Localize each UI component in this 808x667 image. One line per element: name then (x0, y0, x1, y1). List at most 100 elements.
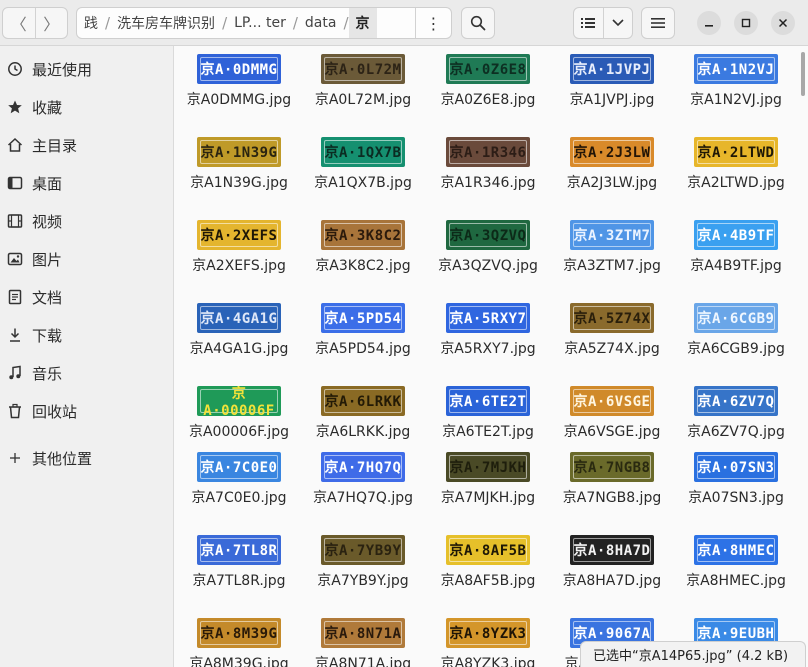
sidebar-item-home[interactable]: 主目录 (0, 128, 174, 162)
plate-text: 京A·8HMEC (697, 543, 775, 559)
file-thumbnail: 京A·07SN3 (694, 452, 778, 482)
file-item[interactable]: 京A·4GA1G 京A4GA1G.jpg (177, 303, 301, 359)
history-nav: 〈 〉 (2, 7, 68, 39)
back-icon: 〈 (10, 15, 27, 34)
file-name: 京A3ZTM7.jpg (563, 258, 661, 274)
file-item[interactable]: 京A·0L72M 京A0L72M.jpg (301, 54, 425, 110)
file-item[interactable]: 京A·8N71A 京A8N71A.jpg (301, 618, 425, 667)
file-item[interactable]: 京A·6CGB9 京A6CGB9.jpg (674, 303, 798, 359)
file-item[interactable]: 京A·07SN3 京A07SN3.jpg (674, 452, 798, 508)
file-item[interactable]: 京A·1N2VJ 京A1N2VJ.jpg (674, 54, 798, 110)
file-name: 京A1JVPJ.jpg (569, 92, 655, 108)
file-item[interactable]: 京A·7NGB8 京A7NGB8.jpg (550, 452, 674, 508)
plate-text: 京A·3ZTM7 (573, 228, 651, 244)
plate-text: 京A·0L72M (324, 62, 402, 78)
file-item[interactable]: 京A·1QX7B 京A1QX7B.jpg (301, 137, 425, 193)
list-view-button[interactable] (574, 8, 603, 38)
file-item[interactable]: 京A·5Z74X 京A5Z74X.jpg (550, 303, 674, 359)
plate-text: 京A·1N39G (200, 145, 278, 161)
file-name: 京A07SN3.jpg (688, 490, 784, 506)
search-button[interactable] (461, 7, 495, 39)
minimize-button[interactable] (697, 11, 721, 35)
sidebar-item-label: 回收站 (32, 402, 78, 421)
file-name: 京A6VSGE.jpg (563, 424, 661, 440)
file-name: 京A1N39G.jpg (190, 175, 288, 191)
file-item[interactable]: 京A·8HA7D 京A8HA7D.jpg (550, 535, 674, 591)
plate-text: 京A·07SN3 (697, 460, 775, 476)
file-item[interactable]: 京A·8M39G 京A8M39G.jpg (177, 618, 301, 667)
plate-text: 京A·00006F (203, 386, 275, 416)
file-name: 京A7TL8R.jpg (192, 573, 286, 589)
file-item[interactable]: 京A·0Z6E8 京A0Z6E8.jpg (426, 54, 550, 110)
file-item[interactable]: 京A·1N39G 京A1N39G.jpg (177, 137, 301, 193)
file-item[interactable]: 京A·5RXY7 京A5RXY7.jpg (426, 303, 550, 359)
plate-text: 京A·2J3LW (573, 145, 651, 161)
sidebar-item-pictures[interactable]: 图片 (0, 242, 174, 276)
file-item[interactable]: 京A·7YB9Y 京A7YB9Y.jpg (301, 535, 425, 591)
file-item[interactable]: 京A·5PD54 京A5PD54.jpg (301, 303, 425, 359)
star-icon (6, 98, 24, 116)
forward-button[interactable]: 〉 (34, 8, 68, 38)
maximize-button[interactable] (734, 11, 758, 35)
sidebar-item-other-locations[interactable]: 其他位置 (0, 441, 174, 475)
file-thumbnail: 京A·8HMEC (694, 535, 778, 565)
breadcrumb-item[interactable]: 洗车房车牌识别 (110, 8, 222, 38)
close-button[interactable] (771, 11, 795, 35)
breadcrumb-item[interactable]: data (298, 8, 344, 38)
file-item[interactable]: 京A·2XEFS 京A2XEFS.jpg (177, 220, 301, 276)
file-thumbnail: 京A·1N2VJ (694, 54, 778, 84)
file-item[interactable]: 京A·6VSGE 京A6VSGE.jpg (550, 386, 674, 442)
sidebar-item-trash[interactable]: 回收站 (0, 394, 174, 428)
file-name: 京A7YB9Y.jpg (317, 573, 409, 589)
main-menu-button[interactable] (641, 7, 675, 39)
plate-text: 京A·1N2VJ (697, 62, 775, 78)
file-item[interactable]: 京A·8AF5B 京A8AF5B.jpg (426, 535, 550, 591)
sidebar-item-label: 其他位置 (32, 449, 93, 468)
sidebar-item-downloads[interactable]: 下载 (0, 318, 174, 352)
file-item[interactable]: 京A·3QZVQ 京A3QZVQ.jpg (426, 220, 550, 276)
breadcrumb-item[interactable]: 践 (77, 8, 105, 38)
file-item[interactable]: 京A·3K8C2 京A3K8C2.jpg (301, 220, 425, 276)
sidebar-item-videos[interactable]: 视频 (0, 204, 174, 238)
file-item[interactable]: 京A·1JVPJ 京A1JVPJ.jpg (550, 54, 674, 110)
sidebar-item-label: 视频 (32, 212, 63, 231)
file-item[interactable]: 京A·1R346 京A1R346.jpg (426, 137, 550, 193)
status-text: 已选中“京A14P65.jpg” (4.2 kB) (593, 649, 789, 664)
file-item[interactable]: 京A·8HMEC 京A8HMEC.jpg (674, 535, 798, 591)
file-item[interactable]: 京A·7TL8R 京A7TL8R.jpg (177, 535, 301, 591)
file-item[interactable]: 京A·7C0E0 京A7C0E0.jpg (177, 452, 301, 508)
back-button[interactable]: 〈 (3, 8, 35, 38)
file-name: 京A6LRKK.jpg (315, 424, 411, 440)
breadcrumb-item[interactable]: LP... ter (227, 8, 293, 38)
file-item[interactable]: 京A·4B9TF 京A4B9TF.jpg (674, 220, 798, 276)
sidebar-item-starred[interactable]: 收藏 (0, 90, 174, 124)
clock-icon (6, 60, 24, 78)
file-item[interactable]: 京A·7HQ7Q 京A7HQ7Q.jpg (301, 452, 425, 508)
file-item[interactable]: 京A·6LRKK 京A6LRKK.jpg (301, 386, 425, 442)
file-item[interactable]: 京A·7MJKH 京A7MJKH.jpg (426, 452, 550, 508)
sidebar-item-documents[interactable]: 文档 (0, 280, 174, 314)
file-item[interactable]: 京A·6TE2T 京A6TE2T.jpg (426, 386, 550, 442)
sidebar-item-recent[interactable]: 最近使用 (0, 52, 174, 86)
plate-text: 京A·5PD54 (324, 311, 402, 327)
kebab-icon: ⋮ (425, 13, 442, 33)
file-thumbnail: 京A·7TL8R (197, 535, 281, 565)
file-item[interactable]: 京A·2J3LW 京A2J3LW.jpg (550, 137, 674, 193)
sidebar-item-music[interactable]: 音乐 (0, 356, 174, 390)
file-item[interactable]: 京A·0DMMG 京A0DMMG.jpg (177, 54, 301, 110)
sidebar-item-desktop[interactable]: 桌面 (0, 166, 174, 200)
trash-icon (6, 402, 24, 420)
file-item[interactable]: 京A·00006F 京A00006F.jpg (177, 386, 301, 442)
file-item[interactable]: 京A·8YZK3 京A8YZK3.jpg (426, 618, 550, 667)
breadcrumb-current[interactable]: 京 (348, 8, 377, 38)
file-item[interactable]: 京A·2LTWD 京A2LTWD.jpg (674, 137, 798, 193)
file-thumbnail: 京A·0L72M (321, 54, 405, 84)
vertical-scrollbar[interactable] (801, 52, 805, 96)
view-options-button[interactable] (602, 8, 633, 38)
file-item[interactable]: 京A·6ZV7Q 京A6ZV7Q.jpg (674, 386, 798, 442)
file-item[interactable]: 京A·3ZTM7 京A3ZTM7.jpg (550, 220, 674, 276)
file-thumbnail: 京A·7NGB8 (570, 452, 654, 482)
folder-menu-button[interactable]: ⋮ (415, 8, 451, 38)
file-thumbnail: 京A·1JVPJ (570, 54, 654, 84)
plate-text: 京A·6LRKK (324, 394, 402, 410)
